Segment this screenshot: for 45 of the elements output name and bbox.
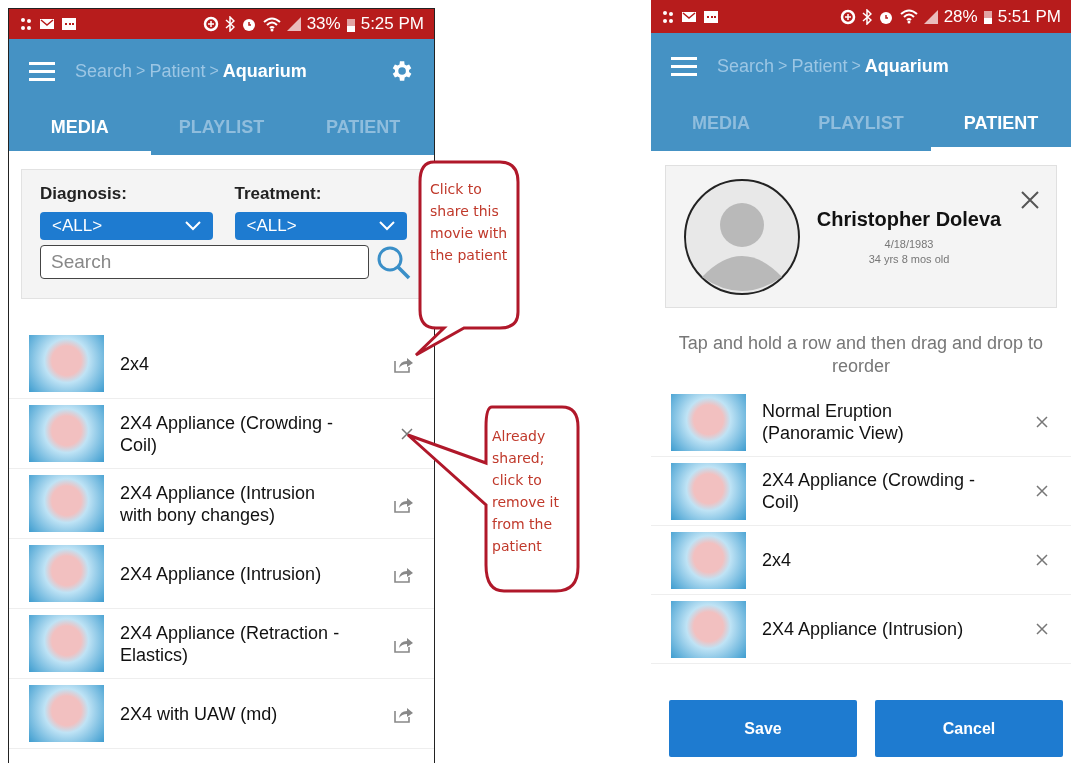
- battery-percent: 33%: [306, 14, 341, 34]
- callout-text: Already shared; click to remove it from the patient: [492, 427, 560, 556]
- playlist-row[interactable]: 2X4 Appliance (Intrusion): [651, 595, 1071, 664]
- playlist-row[interactable]: 2X4 Appliance (Crowding - Coil): [651, 457, 1071, 526]
- media-row[interactable]: 2x4: [9, 329, 434, 399]
- tab[interactable]: PATIENT: [931, 99, 1071, 151]
- media-title: 2X4 Appliance (Retraction - Elastics): [120, 621, 341, 666]
- patient-name: Christopher Doleva: [816, 208, 1002, 231]
- birth-date: 4/18/1983: [884, 238, 934, 250]
- media-title: 2X4 Appliance (Crowding - Coil): [762, 469, 977, 513]
- filter-label: Diagnosis:: [40, 184, 128, 204]
- search-field[interactable]: Search: [40, 245, 369, 279]
- filter-label: Treatment:: [234, 184, 323, 204]
- patient-age: 34 yrs 8 mos old: [868, 253, 950, 265]
- media-row[interactable]: 2X4 Appliance (Crowding - Coil): [9, 399, 434, 469]
- media-row[interactable]: 2X4 Appliance (Intrusion with bony changes): [9, 469, 434, 539]
- media-title: 2x4: [762, 549, 793, 571]
- status-time: 5:51 PM: [997, 6, 1061, 27]
- media-row[interactable]: 2X4 Appliance (Retraction - Elastics): [9, 609, 434, 679]
- media-title: 2x4: [120, 352, 151, 375]
- media-row[interactable]: 2X4 Appliance (Intrusion): [9, 539, 434, 609]
- tab[interactable]: MEDIA: [9, 103, 151, 155]
- breadcrumb-separator: >: [851, 57, 861, 75]
- cancel-button[interactable]: Cancel: [875, 700, 1063, 757]
- media-title: 2X4 Appliance (Intrusion with bony changes): [120, 481, 317, 526]
- media-title: 2X4 Appliance (Crowding - Coil): [120, 411, 335, 456]
- breadcrumb-separator: >: [136, 62, 146, 80]
- media-row[interactable]: 2X4 with UAW (md): [9, 679, 434, 749]
- media-title: 2X4 Appliance (Intrusion): [120, 562, 323, 585]
- status-time: 5:25 PM: [360, 14, 424, 34]
- breadcrumb-separator: >: [209, 62, 219, 80]
- breadcrumb-link[interactable]: Aquarium: [222, 60, 307, 82]
- media-title: 2X4 Appliance (Intrusion): [762, 618, 965, 640]
- save-button[interactable]: Save: [669, 700, 857, 757]
- playlist-row[interactable]: Normal Eruption (Panoramic View): [651, 388, 1071, 457]
- dropdown[interactable]: <ALL>: [40, 212, 213, 240]
- playlist-row[interactable]: 2x4: [651, 526, 1071, 595]
- breadcrumb-separator: >: [778, 57, 788, 75]
- media-title: Normal Eruption (Panoramic View): [762, 400, 905, 444]
- breadcrumb-link[interactable]: Aquarium: [864, 55, 949, 77]
- reorder-hint: Tap and hold a row and then drag and drop to reorder: [677, 332, 1045, 378]
- media-title: 2X4 with UAW (md): [120, 702, 279, 725]
- dropdown[interactable]: <ALL>: [234, 212, 407, 240]
- callout-text: Click to share this movie with the patient: [430, 180, 509, 265]
- battery-percent: 28%: [943, 6, 978, 27]
